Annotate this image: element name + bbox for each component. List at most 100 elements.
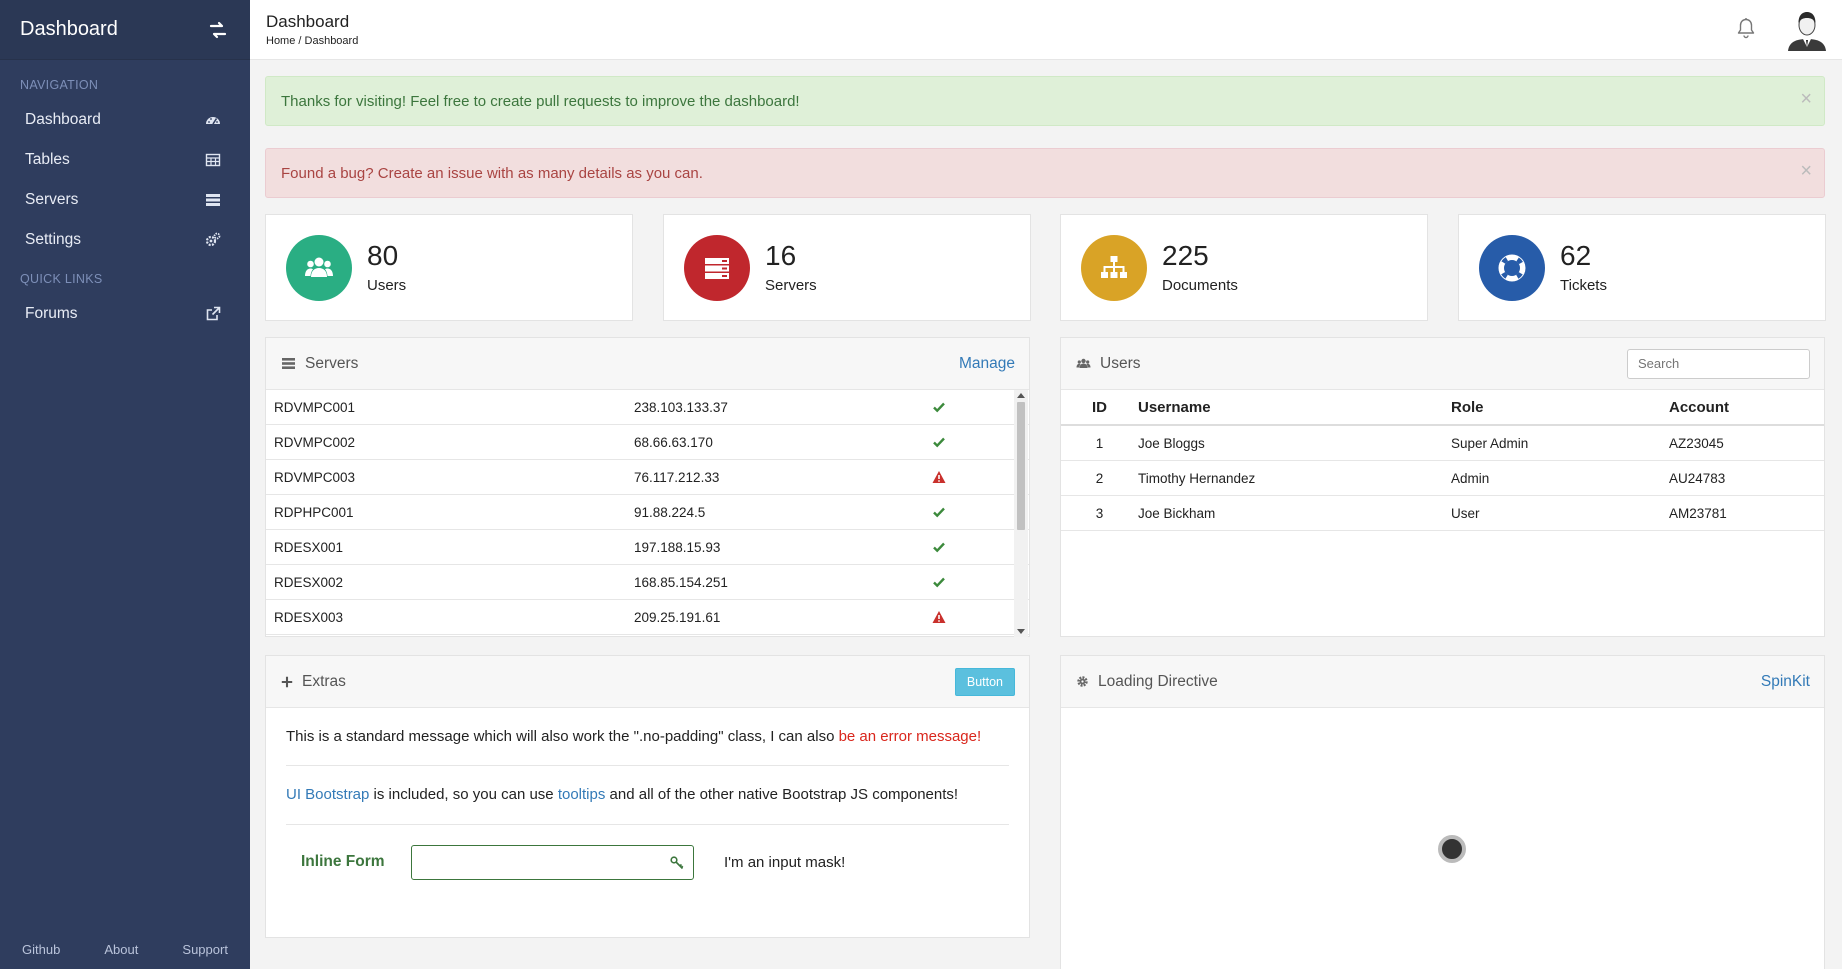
check-icon (933, 402, 945, 413)
server-list-icon (282, 358, 295, 369)
scroll-down-arrow-icon[interactable] (1017, 629, 1025, 634)
sidebar-item-settings[interactable]: Settings (0, 220, 250, 260)
danger-alert: Found a bug? Create an issue with as man… (265, 148, 1825, 198)
standard-message-text: This is a standard message which will al… (286, 728, 839, 745)
sidebar-item-forums[interactable]: Forums (0, 294, 250, 334)
error-message-text: be an error message! (838, 728, 982, 745)
server-list-icon (206, 194, 220, 206)
user-id: 1 (1095, 435, 1104, 451)
inline-form-label: Inline Form (301, 853, 385, 870)
scroll-up-arrow-icon[interactable] (1017, 393, 1025, 398)
users-panel: Users ID Username Role Account 1 Joe Blog… (1060, 337, 1825, 637)
sidebar-item-tables[interactable]: Tables (0, 140, 250, 180)
users-icon (1076, 358, 1091, 368)
loading-panel: Loading Directive SpinKit (1060, 655, 1825, 969)
users-panel-title-wrap: Users (1076, 355, 1140, 373)
col-header-role[interactable]: Role (1451, 399, 1669, 416)
success-alert-close-icon[interactable]: × (1800, 88, 1812, 111)
user-username: Joe Bloggs (1138, 435, 1205, 451)
server-status (924, 470, 954, 484)
check-icon (933, 577, 945, 588)
manage-link[interactable]: Manage (959, 355, 1015, 373)
loading-panel-title: Loading Directive (1098, 672, 1218, 690)
extras-button[interactable]: Button (954, 667, 1015, 696)
scroll-thumb[interactable] (1017, 402, 1025, 530)
extras-panel-title: Extras (302, 672, 346, 690)
server-name: RDVMPC003 (274, 469, 356, 485)
servers-count: 16 (765, 240, 797, 271)
check-icon (933, 542, 945, 553)
server-status (924, 400, 954, 414)
server-name: RDVMPC001 (274, 399, 356, 415)
server-status (924, 435, 954, 449)
server-name: RDVMPC002 (274, 434, 356, 450)
stat-tile-users: 80 Users (265, 214, 633, 321)
server-name: RDESX003 (274, 609, 344, 625)
input-mask-field[interactable] (412, 845, 693, 879)
stat-tile-servers: 16 Servers (663, 214, 1031, 321)
tickets-label: Tickets (1560, 277, 1607, 294)
server-ip: 197.188.15.93 (634, 539, 721, 555)
user-role: Admin (1451, 470, 1490, 486)
table-row[interactable]: RDVMPC001 238.103.133.37 (266, 390, 1029, 425)
ui-bootstrap-link[interactable]: UI Bootstrap (286, 786, 369, 803)
brand-title[interactable]: Dashboard (20, 18, 118, 41)
col-header-id[interactable]: ID (1061, 399, 1138, 416)
extras-panel-header: Extras Button (266, 656, 1029, 708)
col-header-username[interactable]: Username (1138, 399, 1451, 416)
sidebar-item-label: Tables (25, 151, 70, 168)
documents-count: 225 (1162, 240, 1209, 271)
user-avatar[interactable] (1786, 9, 1828, 51)
sidebar: Dashboard NAVIGATION Dashboard Tables Se… (0, 0, 250, 969)
quick-links-title: QUICK LINKS (20, 272, 103, 286)
inline-form: Inline Form I'm an input mask! (286, 825, 1009, 899)
users-search-input[interactable] (1627, 348, 1810, 379)
tooltips-link[interactable]: tooltips (558, 786, 606, 803)
gear-icon (1077, 676, 1088, 687)
servers-panel-title: Servers (305, 354, 359, 372)
server-status (924, 610, 954, 624)
servers-scrollbar[interactable] (1014, 390, 1028, 637)
page-title: Dashboard (266, 12, 350, 31)
servers-table: RDVMPC001 238.103.133.37 RDVMPC002 68.66.63… (266, 390, 1029, 637)
table-row[interactable]: 1 Joe Bloggs Super Admin AZ23045 (1061, 426, 1824, 461)
sidebar-item-servers[interactable]: Servers (0, 180, 250, 220)
col-header-account[interactable]: Account (1669, 399, 1819, 416)
extras-panel: Extras Button This is a standard message… (265, 655, 1030, 938)
user-account: AZ23045 (1669, 435, 1724, 451)
table-row[interactable]: RDPHPC001 91.88.224.5 (266, 495, 1029, 530)
footer-link-github[interactable]: Github (22, 942, 60, 957)
toggle-sidebar-icon[interactable] (208, 20, 228, 40)
input-mask-text: I'm an input mask! (724, 853, 846, 871)
bootstrap-message: UI Bootstrap is included, so you can use… (286, 766, 1009, 825)
user-id: 2 (1095, 470, 1104, 486)
sidebar-item-label: Dashboard (25, 111, 101, 128)
table-row[interactable]: 3 Joe Bickham User AM23781 (1061, 496, 1824, 531)
footer-link-about[interactable]: About (104, 942, 138, 957)
server-ip: 76.117.212.33 (634, 469, 720, 485)
table-row[interactable]: RDESX002 168.85.154.251 (266, 565, 1029, 600)
server-name: RDPHPC001 (274, 504, 354, 520)
footer-link-support[interactable]: Support (182, 942, 228, 957)
danger-alert-close-icon[interactable]: × (1800, 160, 1812, 183)
table-row[interactable]: 2 Timothy Hernandez Admin AU24783 (1061, 461, 1824, 496)
nav-section-title: NAVIGATION (20, 78, 99, 92)
lifebuoy-icon (1498, 254, 1526, 282)
extras-body: This is a standard message which will al… (266, 708, 1029, 899)
server-icon (705, 258, 729, 279)
warning-icon (932, 611, 946, 623)
server-status (924, 505, 954, 519)
success-alert-text: Thanks for visiting! Feel free to create… (281, 92, 800, 110)
tickets-count: 62 (1560, 240, 1592, 271)
sidebar-item-dashboard[interactable]: Dashboard (0, 100, 250, 140)
table-row[interactable]: RDVMPC003 76.117.212.33 (266, 460, 1029, 495)
server-ip: 91.88.224.5 (634, 504, 706, 520)
table-row[interactable]: RDESX001 197.188.15.93 (266, 530, 1029, 565)
server-name: RDESX002 (274, 574, 344, 590)
spinkit-link[interactable]: SpinKit (1761, 673, 1810, 691)
users-table-body: 1 Joe Bloggs Super Admin AZ23045 2 Timothy He… (1061, 426, 1824, 531)
notification-bell-icon[interactable] (1736, 17, 1756, 39)
table-row[interactable]: RDESX003 209.25.191.61 (266, 600, 1029, 635)
table-row[interactable]: RDVMPC002 68.66.63.170 (266, 425, 1029, 460)
server-status (924, 540, 954, 554)
